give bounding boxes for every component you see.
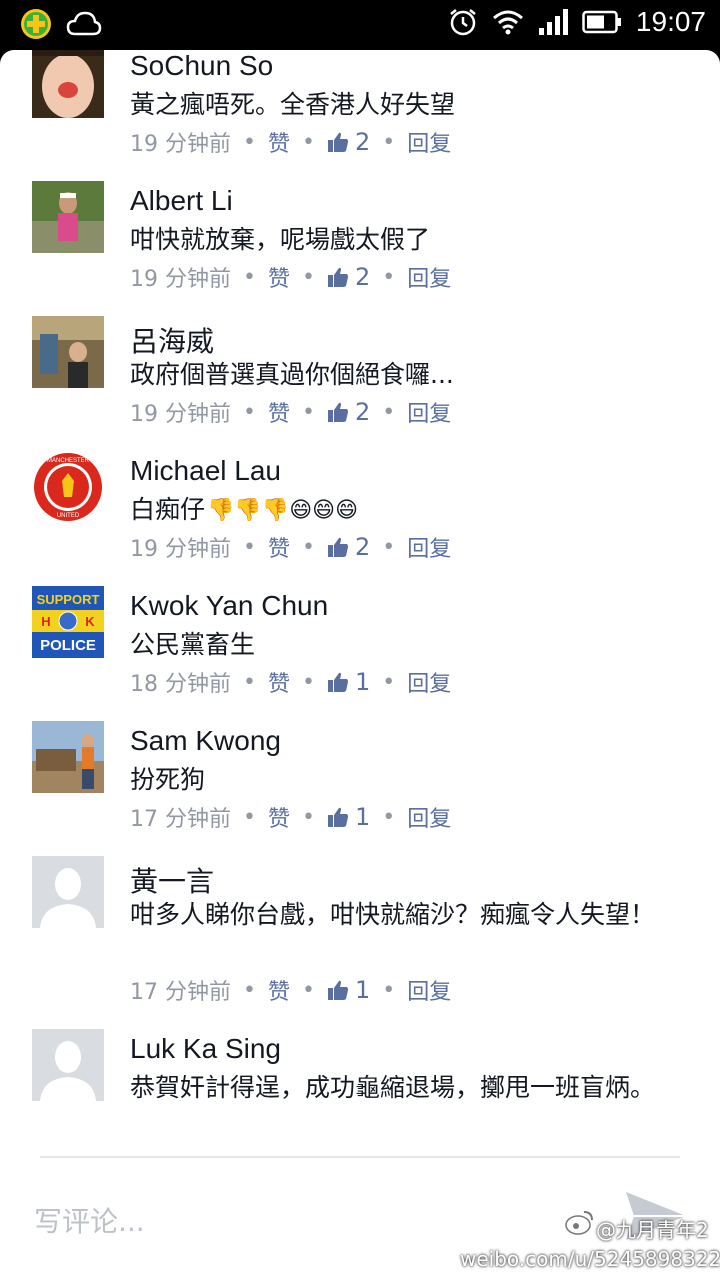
alarm-icon bbox=[450, 9, 476, 36]
comment-text: 政府個普選真過你個絕食囉... bbox=[130, 360, 454, 389]
comment-author[interactable]: Luk Ka Sing bbox=[130, 1033, 281, 1065]
battery-icon bbox=[582, 10, 621, 34]
avatar[interactable] bbox=[32, 856, 104, 928]
comment-meta: 19 分钟前 • 赞 • 2 • 回复 bbox=[130, 126, 452, 158]
comment-author[interactable]: Kwok Yan Chun bbox=[130, 590, 328, 622]
like-button[interactable]: 赞 bbox=[268, 531, 290, 563]
avatar[interactable]: MANCHESTER UNITED bbox=[32, 451, 104, 523]
add-icon bbox=[21, 9, 51, 39]
comment-meta: 19 分钟前 • 赞 • 2 • 回复 bbox=[130, 531, 452, 563]
thumbs-up-icon bbox=[327, 672, 348, 692]
like-count: 2 bbox=[354, 533, 371, 561]
like-count: 2 bbox=[354, 398, 371, 426]
avatar[interactable] bbox=[32, 50, 104, 118]
comment-author[interactable]: Albert Li bbox=[130, 185, 233, 217]
emoji-sequence: 👎👎👎😄😄😄 bbox=[207, 498, 358, 523]
reply-button[interactable]: 回复 bbox=[407, 801, 451, 833]
comment-meta: 19 分钟前 • 赞 • 2 • 回复 bbox=[130, 396, 452, 428]
comment-time: 18 分钟前 bbox=[130, 672, 231, 697]
comment-meta: 17 分钟前 • 赞 • 1 • 回复 bbox=[130, 801, 452, 833]
like-button[interactable]: 赞 bbox=[268, 396, 290, 428]
comment-text-body: 白痴仔 bbox=[130, 495, 206, 524]
comment-author[interactable]: Sam Kwong bbox=[130, 725, 281, 757]
like-count: 2 bbox=[354, 263, 371, 291]
avatar[interactable] bbox=[32, 721, 104, 793]
watermark-handle: @九月青年2 bbox=[596, 1218, 709, 1242]
comment-text: 黃之瘋唔死。全香港人好失望 bbox=[130, 90, 456, 119]
thumbs-up-icon bbox=[327, 267, 348, 287]
avatar-text-top: MANCHESTER bbox=[47, 458, 90, 464]
comment-time: 19 分钟前 bbox=[130, 537, 231, 562]
reply-button[interactable]: 回复 bbox=[407, 974, 451, 1006]
comment-text: 咁快就放棄，呢場戲太假了 bbox=[130, 225, 431, 254]
comment-author[interactable]: 呂海威 bbox=[130, 320, 214, 360]
reply-button[interactable]: 回复 bbox=[407, 261, 451, 293]
default-avatar-icon bbox=[32, 856, 104, 928]
comment-time: 19 分钟前 bbox=[130, 132, 231, 157]
avatar-text-3: K bbox=[85, 614, 95, 629]
comment-time: 17 分钟前 bbox=[130, 807, 231, 832]
comment-input[interactable]: 写评论... bbox=[34, 1200, 145, 1240]
avatar-text-2: H bbox=[41, 614, 50, 629]
reply-button[interactable]: 回复 bbox=[407, 126, 451, 158]
like-button[interactable]: 赞 bbox=[268, 801, 290, 833]
avatar[interactable] bbox=[32, 1029, 104, 1101]
like-button[interactable]: 赞 bbox=[268, 666, 290, 698]
avatar[interactable] bbox=[32, 316, 104, 388]
comment-time: 19 分钟前 bbox=[130, 402, 231, 427]
comment-author[interactable]: SoChun So bbox=[130, 50, 273, 82]
comment-text: 咁多人睇你台戲，咁快就縮沙？痴瘋令人失望！ bbox=[130, 900, 656, 929]
avatar[interactable] bbox=[32, 181, 104, 253]
like-count: 1 bbox=[354, 668, 371, 696]
reply-button[interactable]: 回复 bbox=[407, 531, 451, 563]
clock: 19:07 bbox=[635, 6, 706, 37]
like-count: 2 bbox=[354, 128, 371, 156]
status-bar: 19:07 bbox=[0, 0, 720, 50]
thumbs-up-icon bbox=[327, 980, 348, 1000]
avatar-text-4: POLICE bbox=[40, 637, 96, 654]
comments-panel: SoChun So 黃之瘋唔死。全香港人好失望 19 分钟前 • 赞 • 2 •… bbox=[0, 50, 720, 1280]
default-avatar-icon bbox=[32, 1029, 104, 1101]
thumbs-up-icon bbox=[327, 402, 348, 422]
weibo-logo-icon bbox=[565, 1211, 593, 1235]
comment-text: 扮死狗 bbox=[130, 765, 206, 794]
comment-author[interactable]: 黃一言 bbox=[130, 860, 214, 900]
like-button[interactable]: 赞 bbox=[268, 261, 290, 293]
comment-list[interactable]: SoChun So 黃之瘋唔死。全香港人好失望 19 分钟前 • 赞 • 2 •… bbox=[0, 50, 720, 1156]
avatar-text-bottom: UNITED bbox=[57, 513, 80, 519]
reply-button[interactable]: 回复 bbox=[407, 666, 451, 698]
cloud-icon bbox=[66, 11, 102, 36]
like-button[interactable]: 赞 bbox=[268, 126, 290, 158]
like-count: 1 bbox=[354, 976, 371, 1004]
comment-meta: 17 分钟前 • 赞 • 1 • 回复 bbox=[130, 974, 452, 1006]
like-count: 1 bbox=[354, 803, 371, 831]
avatar[interactable]: SUPPORT H K POLICE bbox=[32, 586, 104, 658]
watermark-url: weibo.com/u/5245898322 bbox=[460, 1247, 720, 1271]
comment-text: 白痴仔👎👎👎😄😄😄 bbox=[130, 491, 690, 530]
comment-meta: 18 分钟前 • 赞 • 1 • 回复 bbox=[130, 666, 452, 698]
wifi-icon bbox=[492, 10, 523, 35]
thumbs-up-icon bbox=[327, 807, 348, 827]
comment-time: 17 分钟前 bbox=[130, 980, 231, 1005]
like-button[interactable]: 赞 bbox=[268, 974, 290, 1006]
comment-text: 公民黨畜生 bbox=[130, 630, 256, 659]
signal-icon bbox=[538, 9, 568, 35]
thumbs-up-icon bbox=[327, 132, 348, 152]
avatar-text-1: SUPPORT bbox=[37, 592, 100, 607]
comment-time: 19 分钟前 bbox=[130, 267, 231, 292]
reply-button[interactable]: 回复 bbox=[407, 396, 451, 428]
comment-meta: 19 分钟前 • 赞 • 2 • 回复 bbox=[130, 261, 452, 293]
thumbs-up-icon bbox=[327, 537, 348, 557]
comment-author[interactable]: Michael Lau bbox=[130, 455, 281, 487]
comment-text: 恭賀奸計得逞，成功龜縮退場，擲甩一班盲炳。 bbox=[130, 1073, 656, 1102]
